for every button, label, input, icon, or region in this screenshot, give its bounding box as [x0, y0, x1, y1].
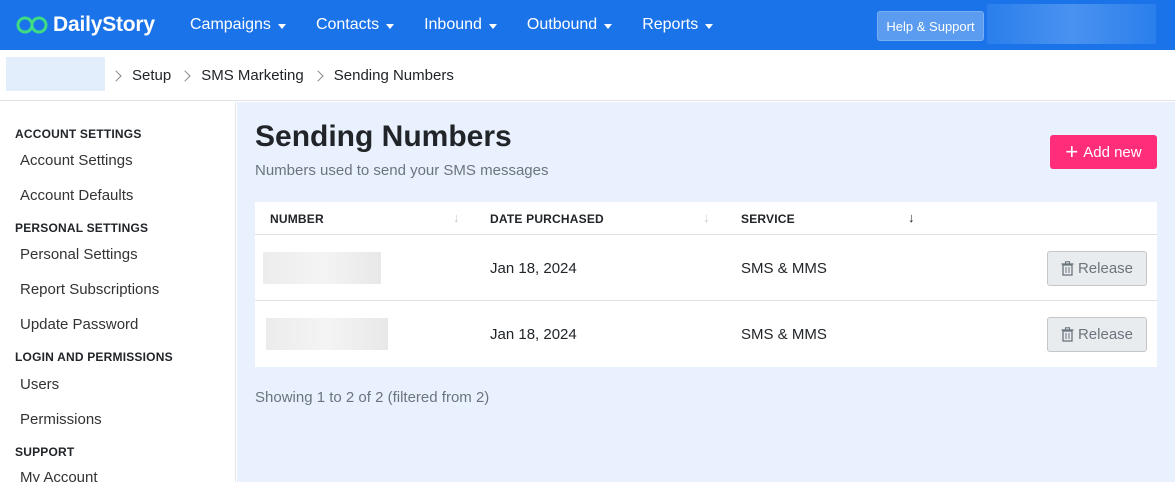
sidebar-item-account-settings[interactable]: Account Settings — [20, 152, 133, 169]
column-header-number[interactable]: NUMBER — [270, 212, 324, 226]
breadcrumb-trail: Setup SMS Marketing Sending Numbers — [110, 50, 462, 101]
top-navbar: DailyStory Campaigns Contacts Inbound Ou… — [0, 0, 1175, 50]
sidebar-header-personal-settings: PERSONAL SETTINGS — [15, 221, 149, 235]
nav-inbound-label: Inbound — [424, 16, 482, 33]
sidebar-item-permissions[interactable]: Permissions — [20, 411, 102, 428]
chevron-right-icon — [110, 69, 122, 82]
brand-name: DailyStory — [53, 13, 155, 36]
breadcrumb-setup[interactable]: Setup — [132, 67, 171, 84]
nav-inbound[interactable]: Inbound — [424, 16, 497, 34]
sort-arrow-icon[interactable]: ↓ — [703, 210, 710, 225]
user-account-menu[interactable] — [987, 4, 1156, 44]
page-subtitle: Numbers used to send your SMS messages — [255, 162, 549, 179]
nav-campaigns-label: Campaigns — [190, 16, 271, 33]
infinity-logo-icon — [16, 16, 48, 34]
number-redacted — [263, 252, 381, 284]
column-header-date-purchased[interactable]: DATE PURCHASED — [490, 212, 604, 226]
table-row: Jan 18, 2024 SMS & MMS Release — [255, 301, 1157, 367]
sidebar-item-update-password[interactable]: Update Password — [20, 316, 138, 333]
sidebar-header-account-settings: ACCOUNT SETTINGS — [15, 127, 142, 141]
main-menu: Campaigns Contacts Inbound Outbound Repo… — [190, 0, 743, 50]
table-row: Jan 18, 2024 SMS & MMS Release — [255, 235, 1157, 301]
date-purchased-cell: Jan 18, 2024 — [490, 260, 577, 277]
nav-contacts-label: Contacts — [315, 16, 380, 33]
release-button[interactable]: Release — [1047, 317, 1147, 352]
caret-down-icon — [277, 23, 286, 29]
breadcrumb-sending-numbers: Sending Numbers — [333, 67, 454, 84]
caret-down-icon — [604, 23, 613, 29]
trash-icon — [1061, 261, 1074, 276]
trash-icon — [1061, 327, 1074, 342]
sort-arrow-active-icon[interactable]: ↓ — [908, 210, 915, 225]
sidebar-item-users[interactable]: Users — [20, 376, 59, 393]
breadcrumb: Setup SMS Marketing Sending Numbers — [0, 50, 1175, 101]
add-new-label: Add new — [1083, 143, 1142, 161]
sending-numbers-table: NUMBER ↓ DATE PURCHASED ↓ SERVICE ↓ Jan … — [255, 202, 1157, 367]
chevron-right-icon — [312, 69, 324, 82]
number-redacted — [266, 318, 388, 350]
main-content: Sending Numbers Numbers used to send you… — [237, 102, 1175, 482]
brand-logo[interactable]: DailyStory — [15, 10, 155, 40]
settings-sidebar: ACCOUNT SETTINGS Account Settings Accoun… — [0, 102, 236, 482]
service-cell: SMS & MMS — [741, 260, 827, 277]
chevron-right-icon — [179, 69, 191, 82]
sidebar-item-report-subscriptions[interactable]: Report Subscriptions — [20, 281, 159, 298]
service-cell: SMS & MMS — [741, 326, 827, 343]
table-info-text: Showing 1 to 2 of 2 (filtered from 2) — [255, 389, 490, 406]
sort-arrow-icon[interactable]: ↓ — [453, 210, 460, 225]
release-label: Release — [1077, 260, 1134, 277]
nav-contacts[interactable]: Contacts — [315, 16, 395, 34]
breadcrumb-account-redacted[interactable] — [6, 57, 105, 91]
release-button[interactable]: Release — [1047, 251, 1147, 286]
plus-icon: + — [1065, 139, 1079, 164]
sidebar-header-login-permissions: LOGIN AND PERMISSIONS — [15, 350, 173, 364]
sidebar-item-my-account[interactable]: My Account — [20, 469, 98, 482]
caret-down-icon — [705, 23, 714, 29]
help-support-button[interactable]: Help & Support — [877, 11, 984, 41]
nav-outbound[interactable]: Outbound — [526, 16, 613, 34]
nav-campaigns[interactable]: Campaigns — [190, 16, 286, 34]
sidebar-header-support: SUPPORT — [15, 445, 75, 459]
page-title: Sending Numbers — [255, 120, 512, 153]
column-header-service[interactable]: SERVICE — [741, 212, 795, 226]
nav-reports-label: Reports — [642, 16, 699, 33]
add-new-button[interactable]: + Add new — [1050, 135, 1157, 169]
breadcrumb-sms-marketing[interactable]: SMS Marketing — [201, 67, 304, 84]
table-header: NUMBER ↓ DATE PURCHASED ↓ SERVICE ↓ — [255, 202, 1157, 235]
date-purchased-cell: Jan 18, 2024 — [490, 326, 577, 343]
caret-down-icon — [488, 23, 497, 29]
caret-down-icon — [386, 23, 395, 29]
sidebar-item-personal-settings[interactable]: Personal Settings — [20, 246, 138, 263]
nav-reports[interactable]: Reports — [642, 16, 714, 34]
release-label: Release — [1077, 326, 1134, 343]
sidebar-item-account-defaults[interactable]: Account Defaults — [20, 187, 133, 204]
nav-outbound-label: Outbound — [526, 16, 598, 33]
